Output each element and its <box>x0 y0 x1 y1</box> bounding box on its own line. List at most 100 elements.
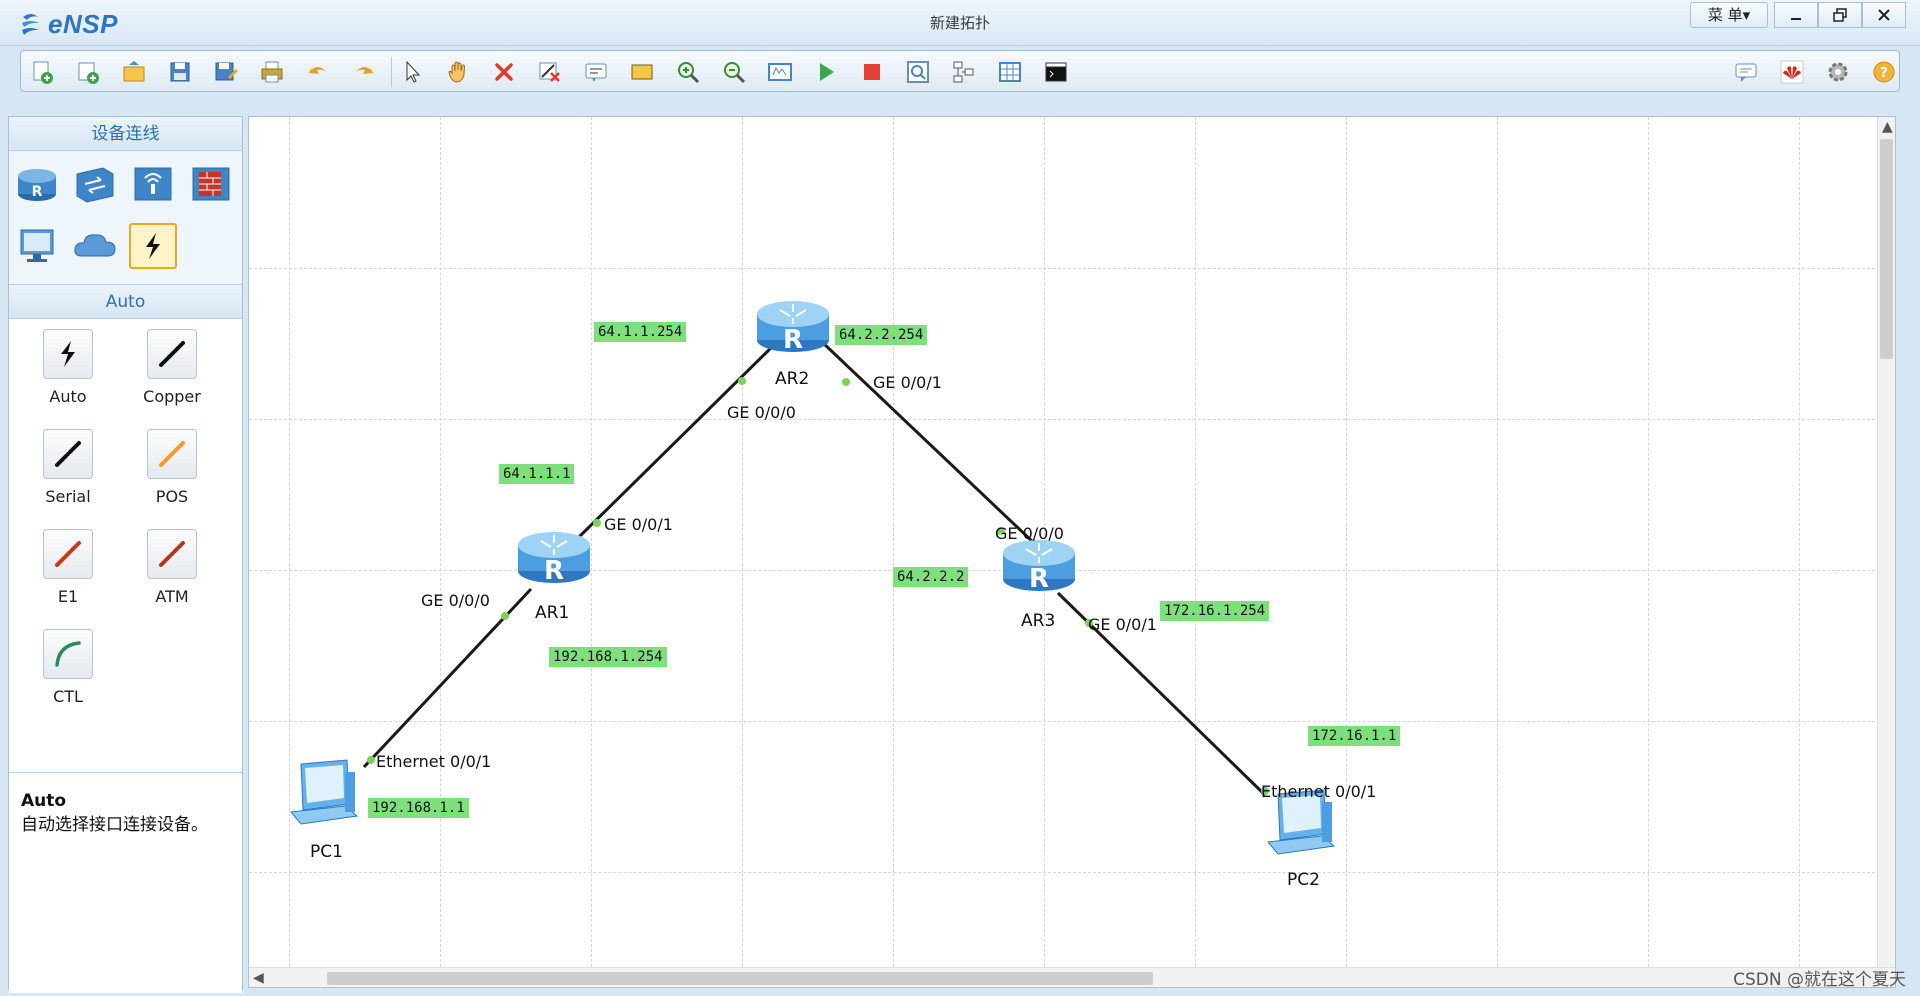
restore-icon <box>1833 8 1847 22</box>
start-device-button[interactable] <box>811 58 841 86</box>
link-ar1-ar2[interactable] <box>577 340 779 539</box>
port-label-pc2-eth: Ethernet 0/0/1 <box>1261 782 1377 801</box>
save-as-button[interactable] <box>211 58 241 86</box>
cable-ctl[interactable]: CTL <box>23 629 113 719</box>
select-button[interactable] <box>397 58 427 86</box>
link-pc1-ar1[interactable] <box>362 587 533 769</box>
minimize-icon <box>1791 18 1801 20</box>
router-ar1-icon[interactable]: R <box>518 532 590 586</box>
save-icon <box>170 62 190 82</box>
zoom-out-icon <box>724 62 746 84</box>
stop-device-button[interactable] <box>857 58 887 86</box>
redo-button[interactable] <box>349 58 379 86</box>
ip-label-ar1-ge001: 64.1.1.1 <box>499 464 575 484</box>
tip-title: Auto <box>21 791 67 811</box>
horizontal-scrollbar[interactable]: ◀ <box>249 967 1895 987</box>
redo-icon <box>356 65 373 74</box>
auto-link-icon <box>146 233 160 259</box>
ip-label-pc2: 172.16.1.1 <box>1308 726 1401 746</box>
settings-gear-icon <box>1828 62 1848 82</box>
topology-button[interactable] <box>949 58 979 86</box>
open-icon <box>123 61 145 82</box>
cable-serial[interactable]: Serial <box>23 429 113 519</box>
cable-auto[interactable]: Auto <box>23 329 113 419</box>
cli-button[interactable] <box>1041 58 1071 86</box>
close-button[interactable] <box>1862 2 1906 28</box>
device-panel-title: 设备连线 <box>9 117 242 151</box>
cable-serial-label: Serial <box>45 487 91 506</box>
port-label-ar3-ge000: GE 0/0/0 <box>995 524 1064 543</box>
svg-text:R: R <box>783 325 803 355</box>
cloud-icon <box>74 234 116 257</box>
minimize-button[interactable] <box>1774 2 1818 28</box>
print-button[interactable] <box>257 58 287 86</box>
select-pointer-icon <box>406 60 421 83</box>
capture-button[interactable] <box>903 58 933 86</box>
device-switch[interactable] <box>71 161 119 207</box>
save-button[interactable] <box>165 58 195 86</box>
device-pc[interactable] <box>13 223 61 269</box>
router-ar2-icon[interactable]: R <box>757 301 829 355</box>
vertical-scrollbar[interactable]: ▲ <box>1877 117 1895 969</box>
cable-copper-label: Copper <box>143 387 201 406</box>
delete-icon <box>495 63 513 81</box>
device-firewall[interactable] <box>187 161 235 207</box>
device-panel: 设备连线 R Auto Auto Copper Serial POS E1 AT… <box>8 116 243 993</box>
pan-button[interactable] <box>443 58 473 86</box>
svg-text:?: ? <box>1880 66 1888 81</box>
delete-button[interactable] <box>489 58 519 86</box>
cable-e1[interactable]: E1 <box>23 529 113 619</box>
tip-box: Auto 自动选择接口连接设备。 <box>9 773 242 993</box>
restore-button[interactable] <box>1818 2 1862 28</box>
delete-link-icon <box>539 62 560 82</box>
rectangle-button[interactable] <box>627 58 657 86</box>
cable-e1-icon <box>43 529 93 579</box>
fit-view-button[interactable] <box>765 58 795 86</box>
window-title: 新建拓扑 <box>929 14 990 32</box>
scroll-up-icon[interactable]: ▲ <box>1882 119 1893 135</box>
chat-icon <box>1735 63 1757 82</box>
cable-pos-label: POS <box>155 487 189 506</box>
cable-list: Auto Copper Serial POS E1 ATM CTL <box>9 319 242 773</box>
scroll-left-icon[interactable]: ◀ <box>253 970 264 986</box>
settings-button[interactable] <box>1823 58 1853 86</box>
cable-auto-label: Auto <box>49 387 87 406</box>
device-wireless[interactable] <box>129 161 177 207</box>
device-router[interactable]: R <box>13 161 61 207</box>
menu-button[interactable]: 菜 单▾ <box>1690 2 1768 28</box>
watermark-text: CSDN @就在这个夏天 <box>1733 970 1906 990</box>
cable-pos[interactable]: POS <box>127 429 217 519</box>
cable-atm[interactable]: ATM <box>127 529 217 619</box>
pc1-icon[interactable] <box>290 759 359 825</box>
save-as-icon <box>215 62 238 81</box>
chat-button[interactable] <box>1731 58 1761 86</box>
grid-button[interactable] <box>995 58 1025 86</box>
device-auto-link[interactable] <box>129 223 177 269</box>
topology-canvas[interactable]: R R R AR2 AR1 AR3 PC1 PC2 Ethernet 0/0/1… <box>248 116 1896 988</box>
vertical-scroll-thumb[interactable] <box>1880 139 1893 359</box>
help-button[interactable]: ? <box>1869 58 1899 86</box>
ip-label-ar2-ge001: 64.2.2.254 <box>835 325 928 345</box>
pc-icon <box>20 229 54 262</box>
huawei-button[interactable] <box>1777 58 1807 86</box>
open-button[interactable] <box>119 58 149 86</box>
router-ar3-icon[interactable]: R <box>1003 540 1075 594</box>
zoom-in-button[interactable] <box>673 58 703 86</box>
horizontal-scroll-thumb[interactable] <box>327 972 1153 985</box>
device-cloud[interactable] <box>71 223 119 269</box>
grid-icon <box>999 62 1021 82</box>
new-topology-icon <box>33 61 53 84</box>
new-lab-button[interactable] <box>73 58 103 86</box>
text-annotation-button[interactable] <box>581 58 611 86</box>
zoom-out-button[interactable] <box>719 58 749 86</box>
new-topology-button[interactable] <box>27 58 57 86</box>
node-label-ar2: AR2 <box>775 369 810 389</box>
router-icon: R <box>18 169 56 201</box>
cable-panel-title: Auto <box>9 285 242 319</box>
cable-ctl-label: CTL <box>53 687 83 706</box>
close-icon <box>1878 9 1890 21</box>
svg-text:R: R <box>1029 564 1049 594</box>
undo-button[interactable] <box>303 58 333 86</box>
delete-link-button[interactable] <box>535 58 565 86</box>
cable-copper[interactable]: Copper <box>127 329 217 419</box>
